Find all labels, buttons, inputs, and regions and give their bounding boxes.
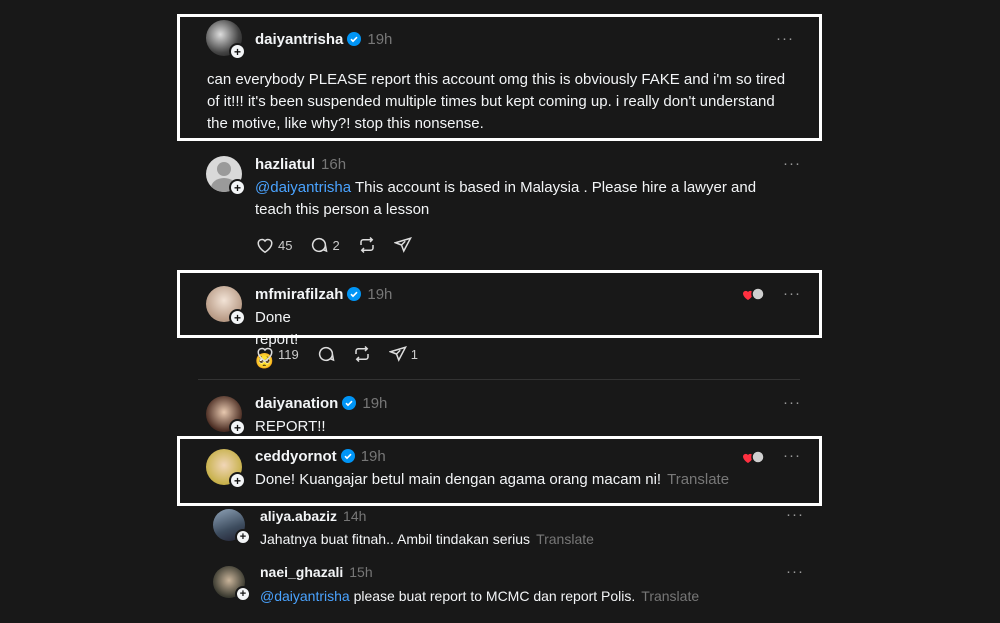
- more-options-icon[interactable]: ···: [786, 563, 804, 580]
- post-text: Jahatnya buat fitnah.. Ambil tindakan se…: [260, 531, 594, 547]
- reply-button[interactable]: 2: [310, 236, 340, 254]
- follow-plus-icon[interactable]: +: [229, 472, 246, 489]
- repost-icon: [359, 236, 374, 254]
- more-options-icon[interactable]: ···: [783, 155, 801, 172]
- avatar[interactable]: +: [206, 156, 246, 196]
- heart-icon: [257, 347, 273, 362]
- verified-badge-icon: [347, 32, 362, 50]
- send-icon: [393, 237, 412, 253]
- post-text: Done report! 🥺: [255, 309, 299, 370]
- more-options-icon[interactable]: ···: [783, 285, 801, 302]
- heart-icon: [257, 238, 273, 253]
- avatar[interactable]: +: [206, 396, 246, 436]
- timestamp: 19h: [367, 31, 393, 48]
- post-text: REPORT!!: [255, 418, 326, 435]
- post-text: @daiyantrisha please buat report to MCMC…: [260, 588, 700, 604]
- repost-icon: [354, 345, 369, 363]
- liked-by-author-icon: [742, 449, 766, 470]
- follow-plus-icon[interactable]: +: [229, 43, 246, 60]
- follow-plus-icon[interactable]: +: [229, 419, 246, 436]
- more-options-icon[interactable]: ···: [786, 506, 804, 523]
- post-text: @daiyantrisha This account is based in M…: [255, 179, 757, 218]
- username[interactable]: daiyanation: [255, 395, 338, 412]
- timestamp: 14h: [343, 508, 367, 524]
- translate-link[interactable]: Translate: [536, 531, 594, 547]
- username[interactable]: daiyantrisha: [255, 31, 343, 48]
- share-button[interactable]: [393, 236, 412, 254]
- post-text: can everybody PLEASE report this account…: [207, 71, 786, 132]
- mention-link[interactable]: @daiyantrisha: [255, 179, 351, 196]
- follow-plus-icon[interactable]: +: [235, 529, 251, 545]
- translate-link[interactable]: Translate: [667, 471, 729, 488]
- mention-link[interactable]: @daiyantrisha: [260, 588, 350, 604]
- username[interactable]: naei_ghazali: [260, 564, 343, 580]
- like-count: 45: [278, 237, 293, 253]
- reply-count: 2: [332, 237, 340, 253]
- username[interactable]: ceddyornot: [255, 448, 337, 465]
- action-bar: 119 1: [256, 345, 436, 363]
- timestamp: 19h: [360, 448, 386, 465]
- comment-icon: [318, 346, 335, 362]
- timestamp: 16h: [321, 156, 347, 173]
- share-count: 1: [410, 346, 418, 362]
- timestamp: 19h: [367, 286, 393, 303]
- avatar[interactable]: +: [206, 449, 246, 489]
- repost-button[interactable]: [353, 345, 371, 363]
- reply-button[interactable]: [317, 345, 335, 363]
- more-options-icon[interactable]: ···: [783, 394, 801, 411]
- username[interactable]: aliya.abaziz: [260, 508, 337, 524]
- like-button[interactable]: 45: [256, 237, 292, 254]
- username[interactable]: mfmirafilzah: [255, 286, 343, 303]
- like-count: 119: [278, 346, 299, 362]
- avatar[interactable]: +: [206, 20, 246, 60]
- verified-badge-icon: [347, 287, 362, 305]
- follow-plus-icon[interactable]: +: [229, 309, 246, 326]
- thread-divider: [198, 379, 800, 380]
- avatar[interactable]: +: [213, 566, 251, 602]
- follow-plus-icon[interactable]: +: [229, 179, 246, 196]
- avatar[interactable]: +: [206, 286, 246, 326]
- more-options-icon[interactable]: ···: [783, 447, 801, 464]
- verified-badge-icon: [340, 449, 355, 467]
- username[interactable]: hazliatul: [255, 156, 315, 173]
- action-bar: 45 2: [256, 236, 430, 254]
- verified-badge-icon: [342, 396, 357, 414]
- follow-plus-icon[interactable]: +: [235, 586, 251, 602]
- avatar[interactable]: +: [213, 509, 251, 545]
- liked-by-author-icon: [742, 286, 766, 307]
- share-button[interactable]: 1: [388, 345, 418, 363]
- post-text: Done! Kuangajar betul main dengan agama …: [255, 471, 730, 488]
- comment-icon: [312, 237, 328, 253]
- translate-link[interactable]: Translate: [641, 588, 699, 604]
- timestamp: 15h: [349, 564, 373, 580]
- send-icon: [388, 346, 407, 362]
- timestamp: 19h: [362, 395, 388, 412]
- more-options-icon[interactable]: ···: [776, 30, 794, 47]
- repost-button[interactable]: [358, 236, 376, 254]
- like-button[interactable]: 119: [256, 346, 299, 363]
